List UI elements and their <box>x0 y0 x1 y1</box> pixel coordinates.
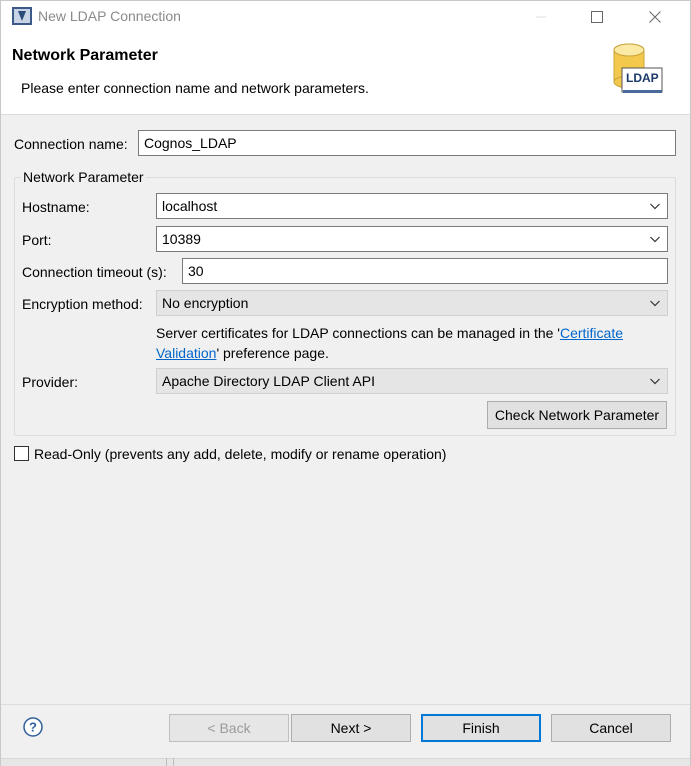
chevron-down-icon[interactable] <box>649 231 661 247</box>
maximize-icon <box>591 11 603 23</box>
encryption-select[interactable]: No encryption <box>156 290 668 316</box>
read-only-label[interactable]: Read-Only (prevents any add, delete, mod… <box>34 446 446 462</box>
cancel-button[interactable]: Cancel <box>551 714 671 742</box>
connection-name-value: Cognos_LDAP <box>144 135 237 151</box>
page-description: Please enter connection name and network… <box>21 80 369 96</box>
note-suffix: ' preference page. <box>216 345 329 361</box>
provider-label: Provider: <box>22 374 79 390</box>
check-network-parameter-button[interactable]: Check Network Parameter <box>487 401 667 429</box>
connection-name-input[interactable]: Cognos_LDAP <box>138 130 676 156</box>
read-only-checkbox[interactable] <box>14 446 29 461</box>
hostname-value: localhost <box>162 198 218 214</box>
chevron-down-icon[interactable] <box>649 373 661 389</box>
minimize-icon <box>536 16 546 18</box>
encryption-label: Encryption method: <box>22 296 143 312</box>
minimize-button[interactable] <box>518 1 564 33</box>
window-title: New LDAP Connection <box>38 8 181 24</box>
port-value: 10389 <box>162 231 201 247</box>
page-title: Network Parameter <box>12 47 158 64</box>
port-combo[interactable]: 10389 <box>156 226 668 252</box>
ldap-icon-label: LDAP <box>626 71 659 85</box>
hostname-combo[interactable]: localhost <box>156 193 668 219</box>
dialog-window: New LDAP Connection Network Parameter Pl… <box>0 0 691 766</box>
next-button[interactable]: Next > <box>291 714 411 742</box>
background-strip <box>1 758 690 766</box>
finish-button[interactable]: Finish <box>421 714 541 742</box>
help-icon[interactable]: ? <box>23 717 43 737</box>
back-button[interactable]: < Back <box>169 714 289 742</box>
chevron-down-icon[interactable] <box>649 295 661 311</box>
close-icon <box>649 11 661 23</box>
certificate-note: Server certificates for LDAP connections… <box>156 323 666 363</box>
close-button[interactable] <box>632 1 678 33</box>
encryption-value: No encryption <box>162 295 249 311</box>
note-prefix: Server certificates for LDAP connections… <box>156 325 560 341</box>
chevron-down-icon[interactable] <box>649 198 661 214</box>
eclipse-app-icon <box>12 7 32 25</box>
hostname-label: Hostname: <box>22 199 90 215</box>
footer-separator <box>1 704 690 705</box>
title-bar: New LDAP Connection <box>1 1 690 33</box>
maximize-button[interactable] <box>574 1 620 33</box>
provider-value: Apache Directory LDAP Client API <box>162 373 375 389</box>
background-divider <box>166 758 167 766</box>
network-parameter-legend: Network Parameter <box>21 169 146 185</box>
provider-select[interactable]: Apache Directory LDAP Client API <box>156 368 668 394</box>
wizard-banner: Network Parameter Please enter connectio… <box>1 33 690 115</box>
timeout-value: 30 <box>188 263 204 279</box>
connection-name-label: Connection name: <box>14 136 128 152</box>
svg-text:?: ? <box>29 720 37 735</box>
port-label: Port: <box>22 232 52 248</box>
timeout-label: Connection timeout (s): <box>22 264 167 280</box>
timeout-input[interactable]: 30 <box>182 258 668 284</box>
background-divider <box>173 758 174 766</box>
